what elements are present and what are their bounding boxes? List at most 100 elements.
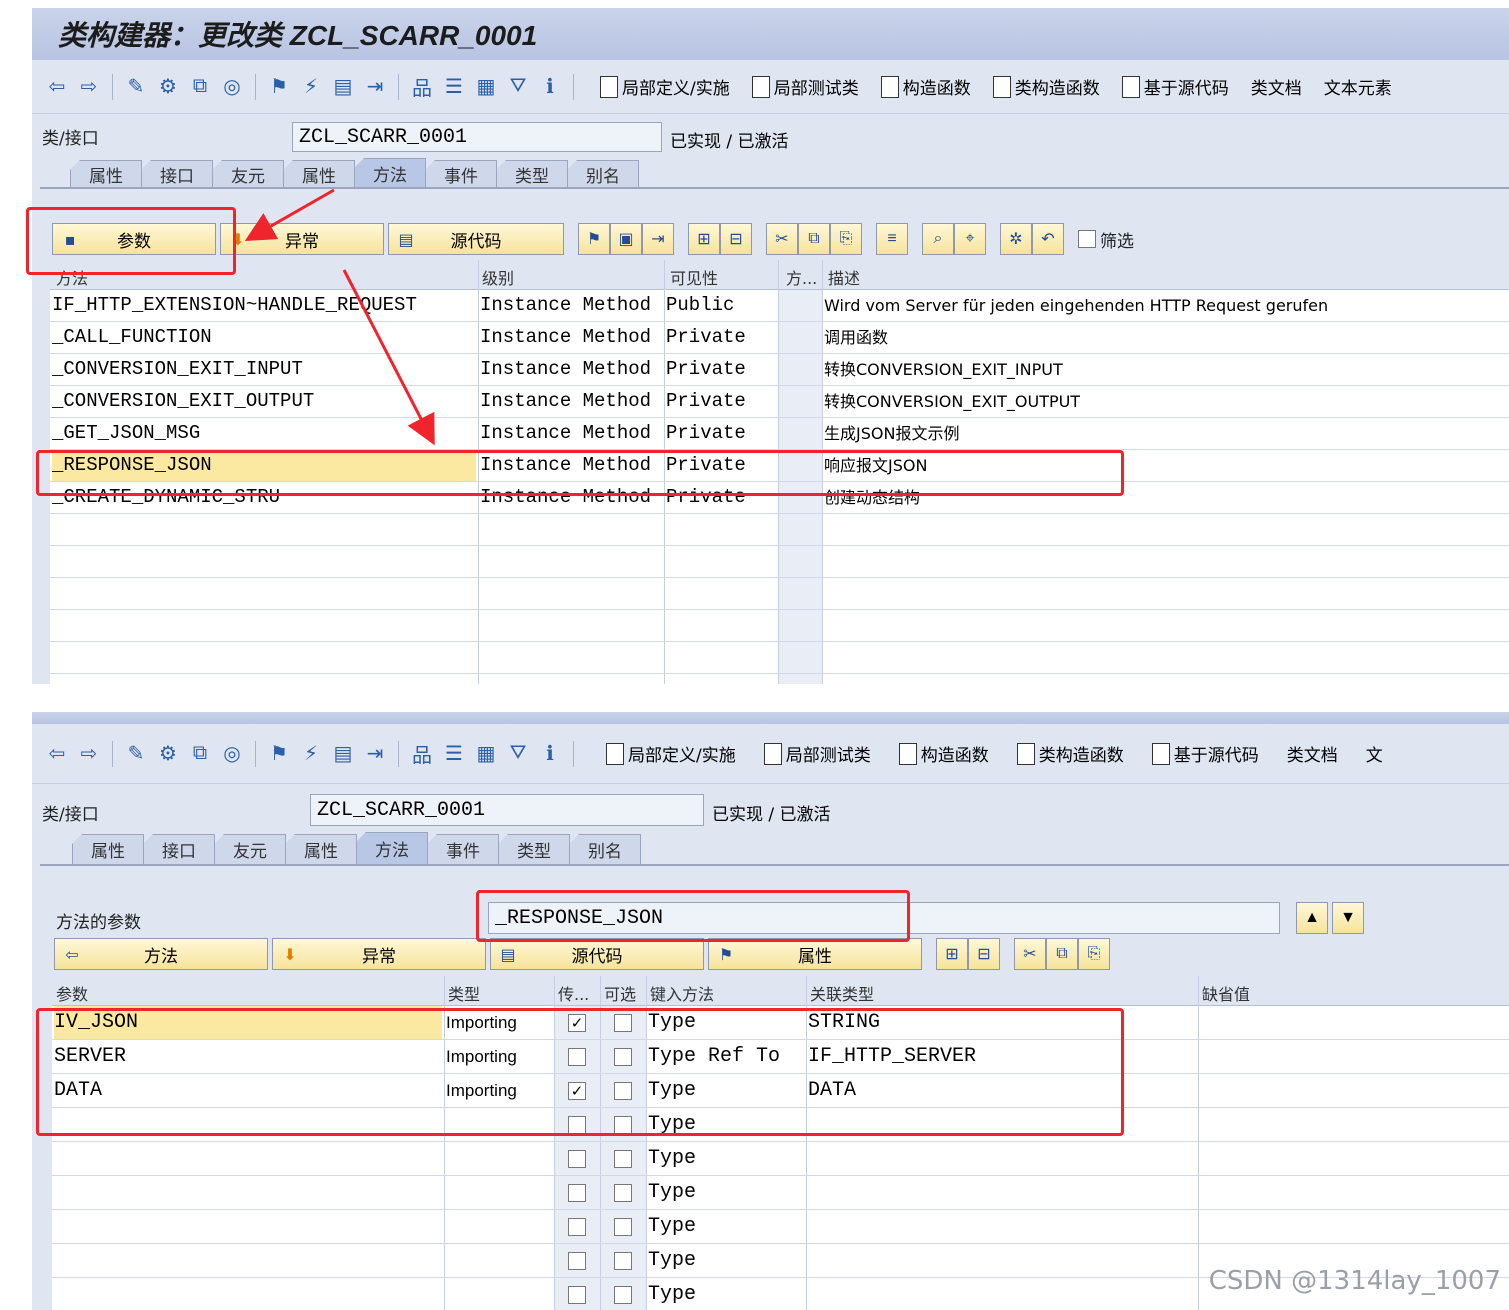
toolbar-class-constructor[interactable]: 类构造函数 [1016, 741, 1124, 766]
pass-by-value-checkbox[interactable] [568, 1286, 586, 1304]
optional-checkbox[interactable] [614, 1116, 632, 1134]
tab-types[interactable]: 类型 [498, 834, 570, 864]
optional-checkbox[interactable] [614, 1252, 632, 1270]
column-header[interactable]: 传... [558, 981, 589, 1005]
back-icon[interactable]: ⇦ [44, 741, 70, 767]
parameter-type-cell[interactable]: Importing [446, 1074, 517, 1107]
optional-checkbox[interactable] [614, 1218, 632, 1236]
tab-methods[interactable]: 方法 [356, 832, 428, 864]
tab-events[interactable]: 事件 [427, 834, 499, 864]
column-header[interactable]: 参数 [56, 981, 88, 1005]
pass-by-value-checkbox[interactable] [568, 1218, 586, 1236]
parameter-name-cell[interactable]: DATA [54, 1074, 442, 1107]
column-header[interactable]: 缺省值 [1202, 981, 1250, 1005]
toolbar-local-test-classes[interactable]: 局部测试类 [763, 741, 871, 766]
method-name-field[interactable]: _RESPONSE_JSON [488, 902, 1280, 934]
navigation-icon[interactable]: ⇥ [362, 741, 388, 767]
pass-by-value-checkbox[interactable] [568, 1116, 586, 1134]
toolbar-source-based[interactable]: 基于源代码 [1151, 741, 1259, 766]
optional-checkbox[interactable] [614, 1082, 632, 1100]
table-row[interactable]: Type [52, 1210, 1509, 1244]
other-object-icon[interactable]: ✎ [123, 741, 149, 767]
previous-method-icon[interactable]: ▲ [1296, 902, 1328, 934]
where-used-icon[interactable]: ⚡ [298, 741, 324, 767]
object-list-icon[interactable]: ▤ [330, 741, 356, 767]
tab-interfaces[interactable]: 接口 [143, 834, 215, 864]
typing-method-cell[interactable]: Type [648, 1176, 696, 1209]
parameter-name-cell[interactable]: IV_JSON [54, 1006, 442, 1039]
table-row[interactable]: Type [52, 1142, 1509, 1176]
info-icon[interactable]: ℹ [537, 741, 563, 767]
parameter-name-cell[interactable] [54, 1278, 442, 1310]
associated-type-cell[interactable]: STRING [808, 1006, 880, 1039]
paste-icon[interactable]: ⎘ [1078, 938, 1110, 970]
typing-method-cell[interactable]: Type [648, 1278, 696, 1310]
stack-icon[interactable]: ☰ [441, 741, 467, 767]
filter-icon[interactable]: ⛛ [505, 741, 531, 767]
typing-method-cell[interactable]: Type Ref To [648, 1040, 780, 1073]
pass-by-value-checkbox[interactable] [568, 1150, 586, 1168]
tab-friends[interactable]: 友元 [214, 834, 286, 864]
table-row[interactable]: DATA Importing ✓ Type DATA [52, 1074, 1509, 1108]
activate-icon[interactable]: ⚑ [266, 741, 292, 767]
parameter-name-cell[interactable] [54, 1108, 442, 1141]
hierarchy-icon [1151, 742, 1170, 765]
parameter-type-cell[interactable]: Importing [446, 1006, 517, 1039]
table-row[interactable]: IV_JSON Importing ✓ Type STRING [52, 1006, 1509, 1040]
column-header[interactable]: 类型 [448, 981, 480, 1005]
toolbar-constructor[interactable]: 构造函数 [898, 741, 989, 766]
table-icon[interactable]: ▦ [473, 741, 499, 767]
toolbar-class-doc[interactable]: 类文档 [1287, 741, 1338, 766]
tab-attributes-2[interactable]: 属性 [285, 834, 357, 864]
parameter-name-cell[interactable]: SERVER [54, 1040, 442, 1073]
class-interface-field[interactable]: ZCL_SCARR_0001 [310, 794, 704, 826]
source-code-button[interactable]: ▤ 源代码 [490, 938, 704, 970]
column-header[interactable]: 键入方法 [650, 981, 714, 1005]
typing-method-cell[interactable]: Type [648, 1142, 696, 1175]
typing-method-cell[interactable]: Type [648, 1006, 696, 1039]
delete-row-icon[interactable]: ⊟ [968, 938, 1000, 970]
parameter-name-cell[interactable] [54, 1142, 442, 1175]
optional-checkbox[interactable] [614, 1150, 632, 1168]
column-header[interactable]: 关联类型 [810, 981, 874, 1005]
optional-checkbox[interactable] [614, 1048, 632, 1066]
pass-by-value-checkbox[interactable]: ✓ [568, 1082, 586, 1100]
optional-checkbox[interactable] [614, 1184, 632, 1202]
associated-type-cell[interactable]: IF_HTTP_SERVER [808, 1040, 976, 1073]
pass-by-value-checkbox[interactable] [568, 1048, 586, 1066]
optional-checkbox[interactable] [614, 1286, 632, 1304]
check-icon[interactable]: ◎ [219, 741, 245, 767]
table-row[interactable]: SERVER Importing Type Ref To IF_HTTP_SERVER [52, 1040, 1509, 1074]
typing-method-cell[interactable]: Type [648, 1244, 696, 1277]
parameter-type-cell[interactable]: Importing [446, 1040, 517, 1073]
pass-by-value-checkbox[interactable]: ✓ [568, 1014, 586, 1032]
typing-method-cell[interactable]: Type [648, 1108, 696, 1141]
typing-method-cell[interactable]: Type [648, 1210, 696, 1243]
cut-icon[interactable]: ✂ [1014, 938, 1046, 970]
associated-type-cell[interactable]: DATA [808, 1074, 856, 1107]
pass-by-value-checkbox[interactable] [568, 1184, 586, 1202]
typing-method-cell[interactable]: Type [648, 1074, 696, 1107]
insert-row-icon[interactable]: ⊞ [936, 938, 968, 970]
tab-attributes-1[interactable]: 属性 [72, 834, 144, 864]
forward-icon[interactable]: ⇨ [76, 741, 102, 767]
toolbar-text-elements[interactable]: 文 [1366, 741, 1383, 766]
hierarchy-icon[interactable]: 品 [409, 741, 435, 767]
parameter-name-cell[interactable] [54, 1176, 442, 1209]
pass-by-value-checkbox[interactable] [568, 1252, 586, 1270]
active-inactive-icon[interactable]: ⧉ [187, 741, 213, 767]
display-change-icon[interactable]: ⚙ [155, 741, 181, 767]
optional-checkbox[interactable] [614, 1014, 632, 1032]
copy-icon[interactable]: ⧉ [1046, 938, 1078, 970]
table-row[interactable]: Type [52, 1108, 1509, 1142]
exceptions-button[interactable]: ⬇ 异常 [272, 938, 486, 970]
toolbar-local-definitions[interactable]: 局部定义/实施 [606, 741, 736, 766]
tab-aliases[interactable]: 别名 [569, 834, 641, 864]
column-header[interactable]: 可选 [604, 981, 636, 1005]
table-row[interactable]: Type [52, 1176, 1509, 1210]
parameter-name-cell[interactable] [54, 1244, 442, 1277]
parameter-name-cell[interactable] [54, 1210, 442, 1243]
next-method-icon[interactable]: ▼ [1332, 902, 1364, 934]
attributes-button[interactable]: ⚑ 属性 [708, 938, 922, 970]
methods-back-button[interactable]: ⇦ 方法 [54, 938, 268, 970]
